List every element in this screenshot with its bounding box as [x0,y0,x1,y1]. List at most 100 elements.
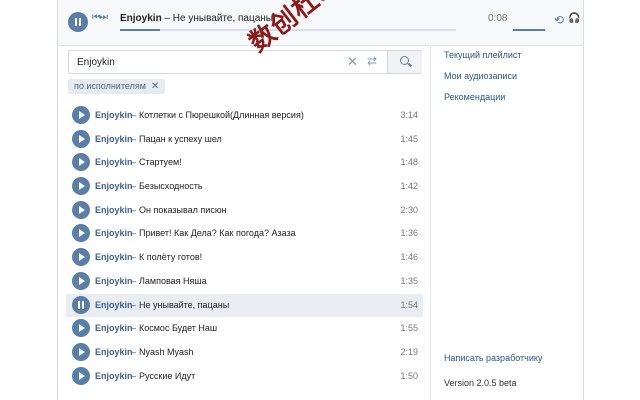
sidebar-link-recommendations[interactable]: Рекомендации [444,92,505,102]
track-duration: 3:14 [400,110,418,120]
pause-button[interactable] [68,12,88,32]
play-icon [79,371,85,380]
track-play-button[interactable] [72,342,90,361]
pause-icon [78,300,84,309]
track-title: Nyash Myash [139,346,194,357]
track-duration: 1:35 [400,275,418,286]
progress-fill [120,29,161,31]
track-play-button[interactable] [72,177,90,196]
filter-icon[interactable]: ⇄ [367,54,377,68]
track-play-button[interactable] [72,106,90,124]
prev-next-icon[interactable]: ⏮⏭ [92,12,108,23]
track-artist[interactable]: Enjoykin [95,347,133,357]
track-title: Пацан к успеху шел [139,133,222,144]
track-title: Русские Идут [139,370,196,381]
track-artist[interactable]: Enjoykin [95,181,133,191]
track-title: Космос Будет Наш [139,323,218,334]
track-duration: 2:19 [400,346,418,357]
track-separator: – [131,275,137,286]
search-input[interactable] [69,51,347,73]
track-separator: – [131,204,137,215]
play-icon [79,182,85,191]
repeat-icon[interactable]: ⟲ [554,13,564,27]
track-artist[interactable]: Enjoykin [95,323,133,333]
track-separator: – [131,110,137,120]
track-row[interactable]: Enjoykin – Nyash Myash 2:19 [66,341,423,365]
track-title: Безысходность [139,181,203,192]
track-separator: – [131,157,137,168]
chip-close-icon[interactable]: ✕ [151,81,159,92]
track-separator: – [131,346,137,357]
track-row[interactable]: Enjoykin – К полёту готов! 1:46 [66,246,423,270]
track-separator: – [131,323,137,334]
track-duration: 1:46 [400,252,418,263]
track-artist[interactable]: Enjoykin [95,228,133,238]
track-duration: 2:30 [400,204,418,215]
chip-label: по исполнителям [74,81,146,91]
track-title: Стартуем! [139,157,182,168]
play-icon [79,229,85,238]
track-title: Котлетки с Пюрешкой(Длинная версия) [139,110,304,120]
track-separator: – [131,252,137,263]
playback-time: 0:08 [488,13,508,24]
track-list: Enjoykin – Котлетки с Пюрешкой(Длинная вер… [66,104,423,388]
headphones-icon[interactable]: 🎧 [568,13,580,24]
track-duration: 1:55 [400,323,418,334]
track-play-button[interactable] [72,224,90,243]
track-play-button[interactable] [72,129,90,148]
track-row[interactable]: Enjoykin – Безысходность 1:42 [66,175,423,199]
search-box: ✕ ⇄ [68,50,422,74]
track-play-button[interactable] [72,153,90,172]
track-row[interactable]: Enjoykin – Ламповая Няша 1:35 [66,270,423,294]
sidebar-link-my-audio[interactable]: Мои аудиозаписи [444,71,517,81]
track-row[interactable]: Enjoykin – Котлетки с Пюрешкой(Длинная вер… [66,104,423,128]
track-title: Он показывал писюн [139,204,227,215]
search-icon [400,56,409,65]
track-row[interactable]: Enjoykin – Он показывал писюн 2:30 [66,199,423,223]
track-play-button[interactable] [72,366,90,385]
contact-developer-link[interactable]: Написать разработчику [444,353,542,363]
search-button[interactable] [387,51,422,73]
track-artist[interactable]: Enjoykin [95,371,133,381]
play-icon [79,324,85,333]
track-duration: 1:36 [400,228,418,239]
track-duration: 1:42 [400,181,418,192]
track-row[interactable]: Enjoykin – Пацан к успеху шел 1:45 [66,128,423,152]
track-artist[interactable]: Enjoykin [95,276,133,286]
track-title: К полёту готов! [139,252,203,263]
sidebar-link-current-playlist[interactable]: Текущий плейлист [444,50,522,60]
clear-icon[interactable]: ✕ [347,54,358,70]
track-play-button[interactable] [72,200,90,219]
track-play-button[interactable] [72,248,90,267]
now-playing-artist: Enjoykin [120,13,162,24]
pause-icon [75,18,81,26]
track-row[interactable]: Enjoykin – Русские Идут 1:50 [66,365,423,389]
track-artist[interactable]: Enjoykin [95,134,133,144]
play-icon [79,134,85,143]
play-icon [79,253,85,262]
play-icon [79,205,85,214]
track-separator: – [131,228,137,239]
track-artist[interactable]: Enjoykin [95,110,133,120]
track-separator: – [131,133,137,144]
track-title: Ламповая Няша [139,275,207,286]
track-row[interactable]: Enjoykin – Не унывайте, пацаны 1:54 [66,293,423,318]
track-row[interactable]: Enjoykin – Стартуем! 1:48 [66,151,423,175]
track-artist[interactable]: Enjoykin [95,205,133,215]
version-label: Version 2.0.5 beta [444,378,517,388]
play-icon [79,111,85,119]
track-artist[interactable]: Enjoykin [95,252,133,262]
track-artist[interactable]: Enjoykin [95,300,133,310]
volume-slider[interactable] [513,29,545,31]
track-separator: – [131,370,137,381]
track-play-button[interactable] [72,319,90,338]
track-title: Не унывайте, пацаны [139,299,230,310]
track-duration: 1:50 [400,370,418,381]
track-row[interactable]: Enjoykin – Космос Будет Наш 1:55 [66,317,423,341]
track-artist[interactable]: Enjoykin [95,157,133,167]
play-icon [79,276,85,285]
search-filter-chip[interactable]: по исполнителям ✕ [68,79,166,94]
track-pause-button[interactable] [72,295,90,314]
track-play-button[interactable] [72,271,90,290]
track-row[interactable]: Enjoykin – Привет! Как Дела? Как погода? А… [66,222,423,246]
